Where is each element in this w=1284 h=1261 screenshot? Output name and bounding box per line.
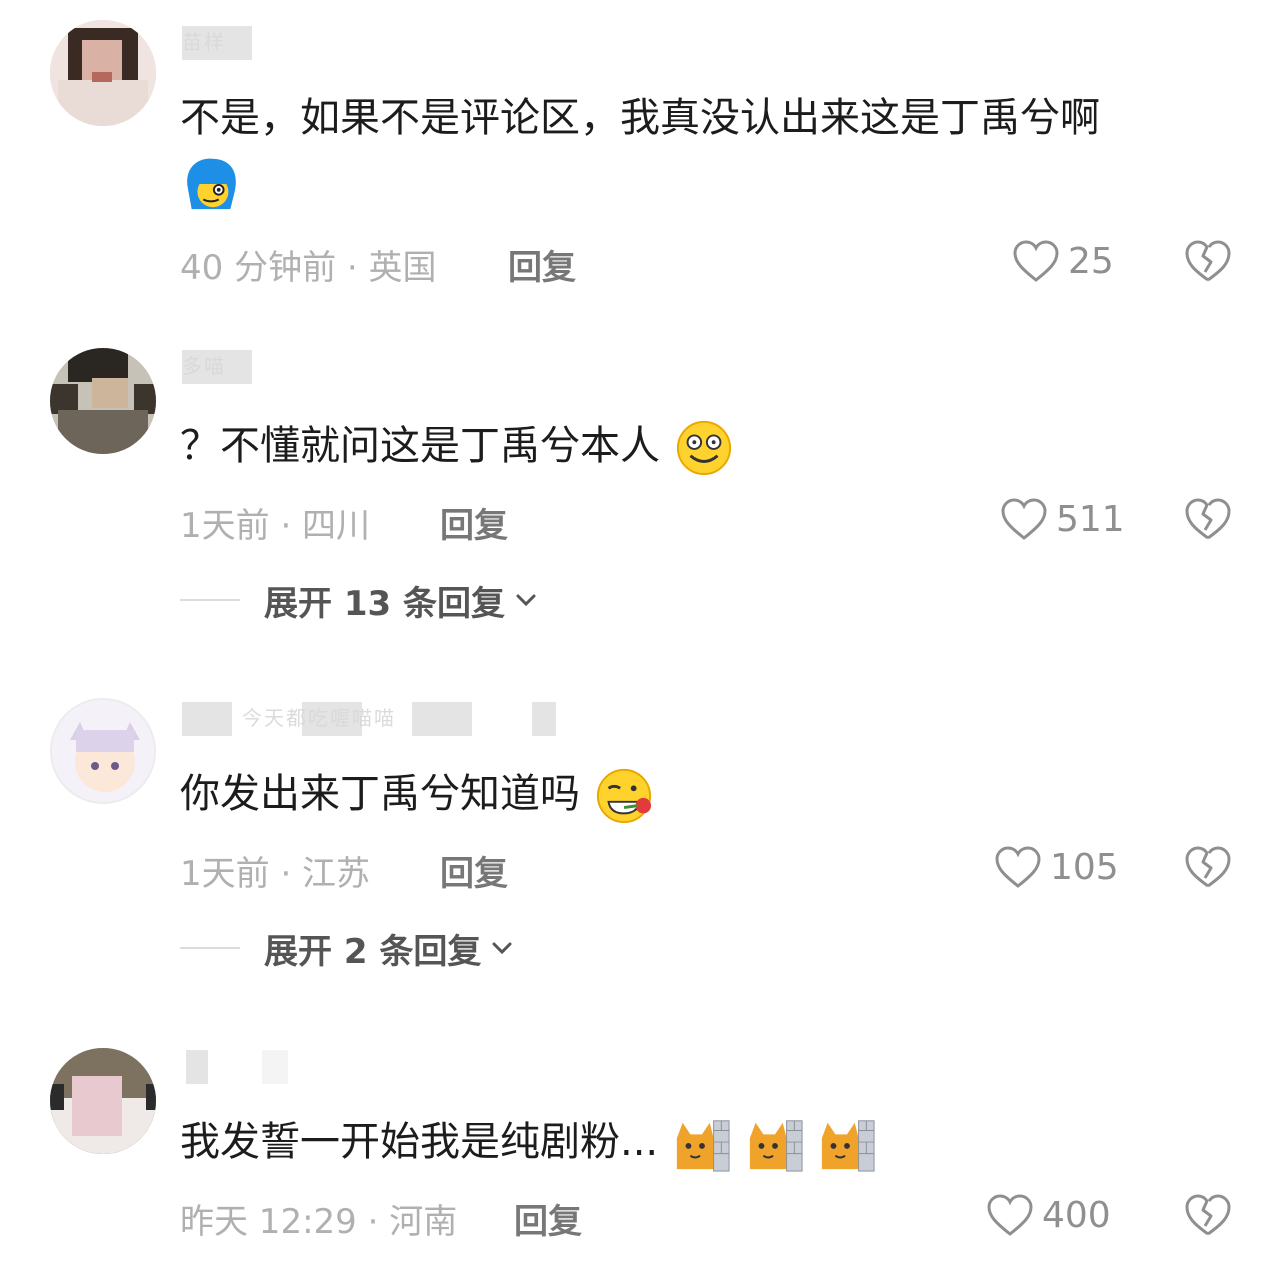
username-blur bbox=[182, 350, 252, 384]
expand-replies-button[interactable]: 展开 2 条回复 bbox=[180, 926, 513, 972]
username-blur bbox=[182, 26, 252, 60]
peeking-cat-emoji bbox=[676, 1120, 730, 1172]
rose-grin-emoji bbox=[596, 768, 651, 824]
heart-icon bbox=[1013, 240, 1059, 282]
comment-text-content: 我发誓一开始我是纯剧粉... bbox=[180, 1119, 659, 1165]
comment-text: 不是，如果不是评论区，我真没认出来这是丁禹兮啊 bbox=[180, 88, 1240, 213]
expand-replies-button[interactable]: 展开 13 条回复 bbox=[180, 578, 537, 624]
like-count: 511 bbox=[1056, 498, 1125, 540]
blue-hair-wink-emoji bbox=[187, 158, 236, 210]
broken-heart-icon[interactable] bbox=[1184, 844, 1232, 890]
like-count: 400 bbox=[1042, 1194, 1111, 1236]
reply-button[interactable]: 回复 bbox=[508, 240, 576, 289]
heart-icon bbox=[1001, 498, 1047, 540]
like-button[interactable]: 105 bbox=[994, 842, 1119, 892]
broken-heart-icon[interactable] bbox=[1184, 496, 1232, 542]
avatar[interactable] bbox=[50, 1048, 156, 1154]
reply-button[interactable]: 回复 bbox=[440, 498, 508, 547]
avatar-image bbox=[50, 348, 156, 454]
avatar-image bbox=[50, 1048, 156, 1154]
username[interactable]: 今天都吃喔喵喵 bbox=[182, 702, 572, 736]
reply-button[interactable]: 回复 bbox=[440, 846, 508, 895]
avatar-image bbox=[50, 20, 156, 126]
dizzy-smile-emoji bbox=[676, 420, 731, 476]
comment-meta: 40 分钟前 · 英国 bbox=[180, 248, 437, 288]
username-blur bbox=[532, 702, 556, 736]
broken-heart-icon[interactable] bbox=[1184, 1192, 1232, 1238]
comment-text: 你发出来丁禹兮知道吗 bbox=[180, 764, 1240, 825]
peeking-cat-emoji bbox=[749, 1120, 803, 1172]
comment-item: 今天都吃喔喵喵 你发出来丁禹兮知道吗 1天前 · 江苏 回复 105 展开 2 … bbox=[0, 680, 1284, 990]
broken-heart-icon[interactable] bbox=[1184, 238, 1232, 284]
like-button[interactable]: 25 bbox=[1012, 236, 1114, 286]
avatar[interactable] bbox=[50, 348, 156, 454]
comment-text-content: ？不懂就问这是丁禹兮本人 bbox=[180, 423, 660, 469]
username-blur bbox=[186, 1050, 208, 1084]
username-blur bbox=[412, 702, 472, 736]
comment-item: 我发誓一开始我是纯剧粉... 昨天 12:29 · 河南 回复 400 bbox=[0, 1030, 1284, 1261]
expand-replies-label: 展开 2 条回复 bbox=[264, 931, 482, 972]
expand-divider bbox=[180, 947, 240, 949]
username-blur bbox=[262, 1050, 288, 1084]
username[interactable]: 苗样 bbox=[182, 26, 262, 60]
username-blur bbox=[182, 702, 232, 736]
comment-text: 我发誓一开始我是纯剧粉... bbox=[180, 1112, 1240, 1173]
heart-icon bbox=[987, 1194, 1033, 1236]
comment-meta: 1天前 · 江苏 bbox=[180, 854, 371, 894]
comment-meta: 昨天 12:29 · 河南 bbox=[180, 1202, 458, 1242]
expand-replies-label: 展开 13 条回复 bbox=[264, 583, 505, 624]
chevron-down-icon bbox=[516, 594, 536, 607]
comment-meta: 1天前 · 四川 bbox=[180, 506, 371, 546]
avatar[interactable] bbox=[50, 20, 156, 126]
reply-button[interactable]: 回复 bbox=[514, 1194, 582, 1243]
comment-text-content: 不是，如果不是评论区，我真没认出来这是丁禹兮啊 bbox=[180, 95, 1100, 141]
username[interactable]: 多喵 bbox=[182, 350, 262, 384]
comment-text: ？不懂就问这是丁禹兮本人 bbox=[180, 416, 1240, 477]
comment-item: 苗样 不是，如果不是评论区，我真没认出来这是丁禹兮啊 40 分钟前 · 英国 回… bbox=[0, 0, 1284, 300]
like-button[interactable]: 400 bbox=[986, 1190, 1111, 1240]
comment-text-content: 你发出来丁禹兮知道吗 bbox=[180, 771, 580, 817]
expand-divider bbox=[180, 599, 240, 601]
username-blur bbox=[302, 702, 362, 736]
comment-item: 多喵 ？不懂就问这是丁禹兮本人 1天前 · 四川 回复 511 展开 13 条回… bbox=[0, 330, 1284, 640]
heart-icon bbox=[995, 846, 1041, 888]
like-count: 25 bbox=[1068, 240, 1114, 282]
peeking-cat-emoji bbox=[822, 1120, 875, 1172]
like-button[interactable]: 511 bbox=[1000, 494, 1125, 544]
username[interactable] bbox=[182, 1050, 292, 1084]
avatar[interactable] bbox=[50, 698, 156, 804]
chevron-down-icon bbox=[492, 942, 512, 955]
like-count: 105 bbox=[1050, 846, 1119, 888]
avatar-image bbox=[52, 700, 154, 802]
